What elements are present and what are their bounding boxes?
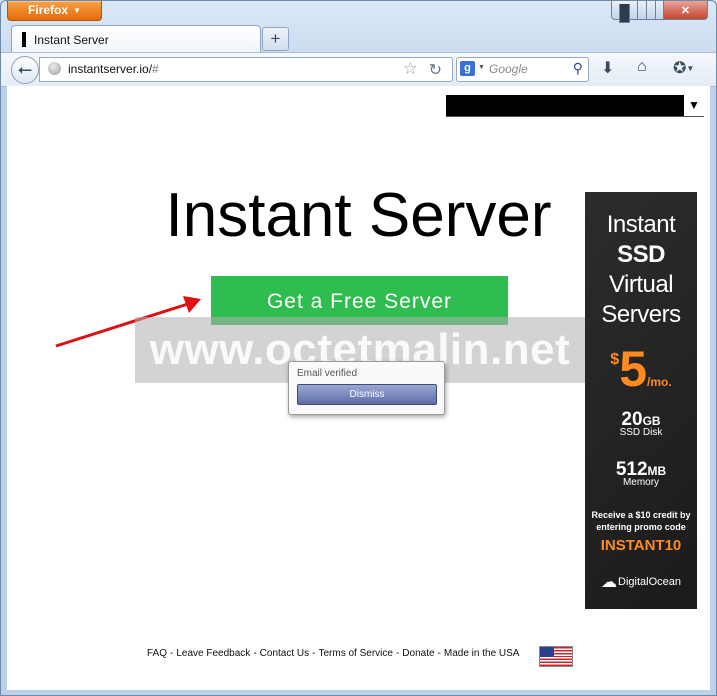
- cloud-icon: ☁: [601, 574, 617, 591]
- footer-separator: -: [253, 648, 257, 659]
- footer-separator: -: [170, 648, 174, 659]
- spec-disk-label: SSD Disk: [619, 427, 663, 438]
- back-arrow-icon: ⭠: [17, 59, 33, 79]
- page-content: ▼ Instant Server Get a Free Server www.o…: [7, 86, 710, 690]
- footer-separator: -: [437, 648, 441, 659]
- price-value: 5: [619, 341, 648, 397]
- footer-separator: -: [395, 648, 400, 659]
- close-window-button[interactable]: ✕: [664, 1, 708, 20]
- search-bar[interactable]: g ▼ ⚲: [456, 57, 589, 82]
- ad-promo-text: Receive a $10 credit by entering promo c…: [591, 510, 691, 532]
- browser-window: Firefox ▼ ✕ Instant Server + ⭠ instantser…: [0, 0, 717, 696]
- digitalocean-ad[interactable]: Instant SSD Virtual Servers $5/mo. 20GB …: [585, 192, 697, 609]
- google-engine-icon[interactable]: g: [460, 61, 475, 76]
- globe-icon: [48, 62, 61, 75]
- tab-instant-server[interactable]: Instant Server: [11, 25, 261, 53]
- back-button[interactable]: ⭠: [11, 56, 39, 84]
- ad-brand-name: DigitalOcean: [618, 576, 681, 588]
- tab-title: Instant Server: [34, 33, 109, 47]
- maximize-button[interactable]: [638, 1, 664, 20]
- footer-link-terms[interactable]: Terms of Service: [318, 648, 392, 659]
- ad-brand: ☁DigitalOcean: [585, 572, 697, 592]
- footer-link-contact[interactable]: Contact Us: [260, 648, 309, 659]
- spec-memory-label: Memory: [622, 477, 660, 488]
- ad-line-4: Servers: [601, 301, 681, 328]
- footer-links: FAQ - Leave Feedback - Contact Us - Terms of S…: [147, 648, 519, 659]
- engine-dropdown-icon[interactable]: ▼: [478, 64, 485, 71]
- footer-link-donate[interactable]: Donate: [402, 648, 434, 659]
- ad-line-3: Virtual: [608, 271, 674, 298]
- url-hash: #: [152, 62, 159, 76]
- ad-spec-disk: 20GB SSD Disk: [585, 410, 697, 439]
- dropdown-arrow-icon[interactable]: ▼: [684, 95, 704, 116]
- ad-line-1: Instant: [606, 211, 676, 238]
- minimize-icon: [619, 3, 630, 23]
- maximize-icon: [645, 1, 656, 20]
- firefox-menu-label: Firefox: [28, 3, 69, 17]
- firefox-menu-button[interactable]: Firefox ▼: [7, 1, 102, 21]
- flag-union: [540, 647, 554, 657]
- ad-price: $5/mo.: [585, 344, 697, 394]
- ad-line-2: SSD: [617, 241, 665, 268]
- close-icon: ✕: [680, 4, 691, 17]
- usa-flag-icon: [539, 646, 573, 667]
- search-input[interactable]: [489, 61, 563, 77]
- language-dropdown[interactable]: ▼: [446, 95, 704, 117]
- price-symbol: $: [610, 351, 620, 368]
- spec-memory-unit: MB: [647, 464, 667, 478]
- bookmark-star-icon[interactable]: ☆: [403, 59, 418, 79]
- new-tab-button[interactable]: +: [262, 27, 289, 51]
- navigation-toolbar: ⭠ instantserver.io/# ☆ ↻ g ▼ ⚲ ⬇ ⌂ ✪▼: [1, 52, 716, 87]
- download-icon[interactable]: ⬇: [601, 58, 614, 78]
- spec-disk-unit: GB: [642, 414, 661, 428]
- window-controls: ✕: [611, 1, 708, 23]
- verification-popup: Email verified Dismiss: [288, 361, 445, 415]
- favicon-icon: [22, 32, 26, 47]
- url-bar[interactable]: instantserver.io/# ☆ ↻: [39, 57, 453, 82]
- footer-link-faq[interactable]: FAQ: [147, 648, 167, 659]
- footer-separator: -: [312, 648, 316, 659]
- popup-message: Email verified: [297, 368, 358, 379]
- search-icon[interactable]: ⚲: [573, 60, 583, 77]
- bookmarks-menu-icon[interactable]: ✪▼: [673, 58, 694, 78]
- dismiss-button[interactable]: Dismiss: [297, 384, 437, 405]
- ad-spec-memory: 512MB Memory: [585, 460, 697, 489]
- minimize-button[interactable]: [611, 1, 638, 23]
- url-main: instantserver.io/: [68, 62, 153, 76]
- footer-link-feedback[interactable]: Leave Feedback: [176, 648, 250, 659]
- chevron-down-icon: ▼: [73, 6, 81, 15]
- footer-made-in-usa: Made in the USA: [443, 648, 520, 659]
- ad-headline: Instant SSD Virtual Servers: [585, 210, 697, 330]
- url-text: instantserver.io/#: [68, 62, 159, 76]
- home-icon[interactable]: ⌂: [637, 58, 647, 76]
- plus-icon: +: [270, 29, 281, 48]
- ad-promo-code: INSTANT10: [600, 537, 682, 554]
- price-unit: /mo.: [647, 375, 672, 389]
- reload-icon[interactable]: ↻: [429, 60, 442, 80]
